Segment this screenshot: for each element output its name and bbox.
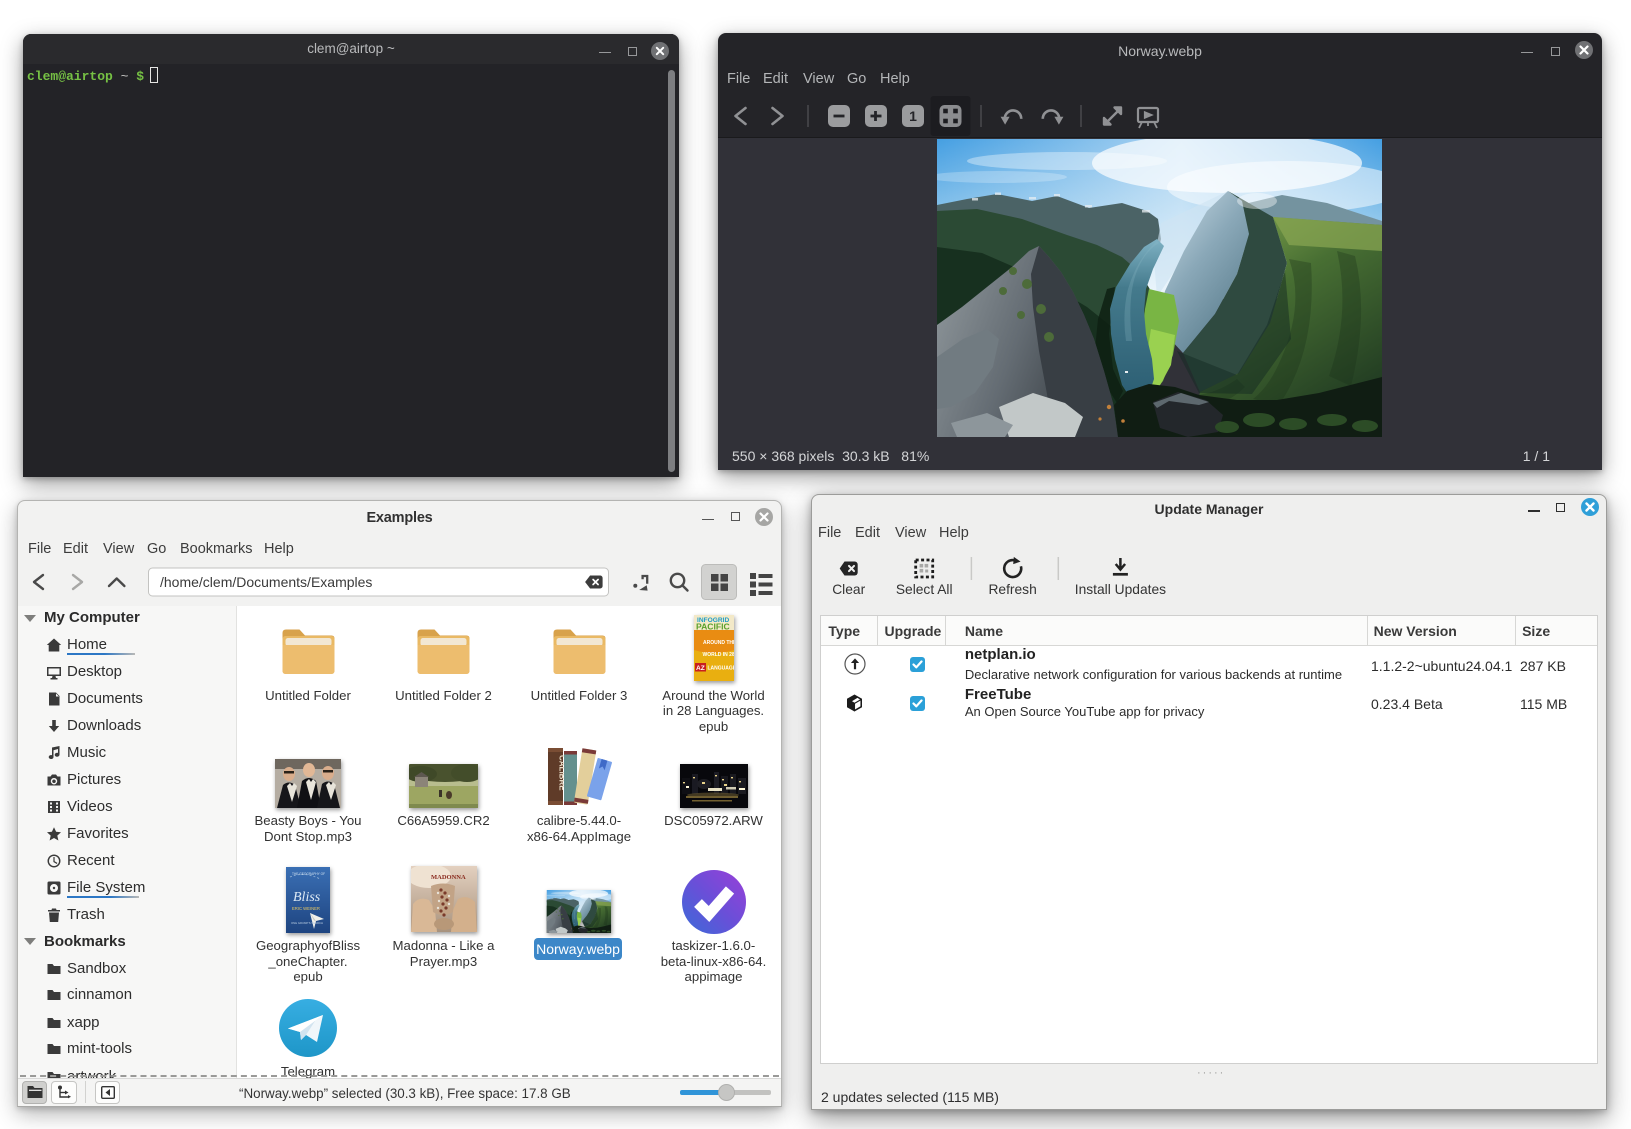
svg-text:THE GEOGRAPHY OF: THE GEOGRAPHY OF [292,872,325,876]
svg-text:AROUND THE: AROUND THE [703,640,734,646]
svg-text:WORLD IN 28: WORLD IN 28 [702,652,734,658]
svg-text:ERIC WEINER: ERIC WEINER [292,906,320,911]
svg-text:Select All: Select All [896,582,953,597]
svg-text:ONE GRUMP'S SEARCH: ONE GRUMP'S SEARCH [291,921,323,925]
svg-text:AZ: AZ [696,665,705,672]
svg-text:1: 1 [909,108,917,124]
svg-text:LANGUAGES: LANGUAGES [707,666,734,672]
svg-text:MADONNA: MADONNA [431,874,466,881]
svg-text:Refresh: Refresh [988,582,1036,597]
svg-text:/home/clem/Documents/Examples: /home/clem/Documents/Examples [160,574,372,590]
svg-text:Bliss: Bliss [293,890,321,905]
svg-text:Install Updates: Install Updates [1075,582,1166,597]
svg-text:Clear: Clear [832,582,865,597]
